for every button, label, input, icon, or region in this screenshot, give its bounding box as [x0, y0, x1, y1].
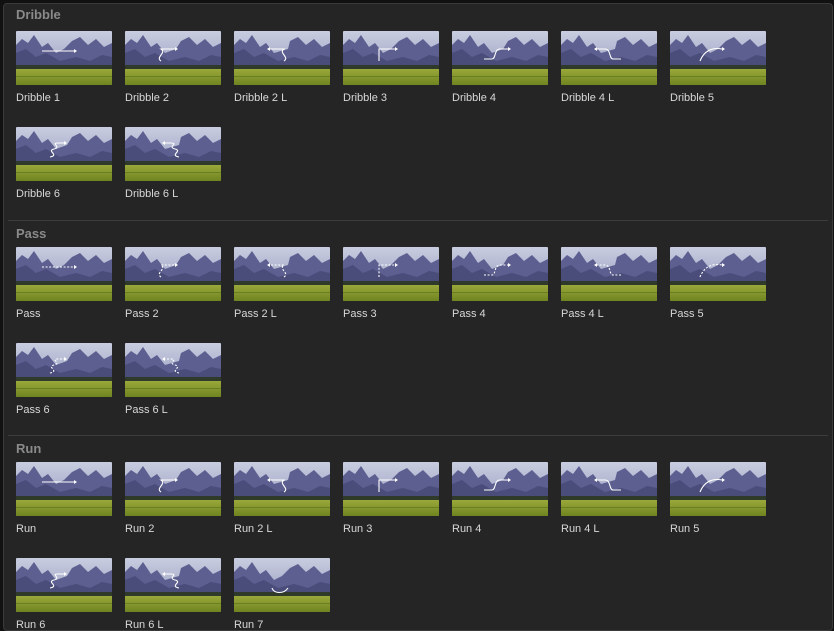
- template-thumbnail: [125, 247, 221, 301]
- section-title: Run: [16, 441, 42, 456]
- item-label: Dribble 2 L: [234, 92, 288, 104]
- template-item[interactable]: Run 6 L: [125, 558, 221, 630]
- template-item[interactable]: Run: [16, 462, 112, 550]
- section-title: Dribble: [16, 7, 61, 22]
- template-item[interactable]: Run 5: [670, 462, 766, 550]
- section-pass: Pass Pass Pass 2 Pass 2 L Pass 3 Pass 4 …: [4, 223, 832, 435]
- item-label: Pass 4: [452, 308, 486, 320]
- template-item[interactable]: Pass 3: [343, 247, 439, 335]
- template-thumbnail: [16, 31, 112, 85]
- template-thumbnail: [670, 462, 766, 516]
- item-label: Dribble 4: [452, 92, 497, 104]
- section-run: Run Run Run 2 Run 2 L Run 3 Run 4 Run 4 …: [4, 438, 832, 630]
- template-item[interactable]: Pass 2: [125, 247, 221, 335]
- item-label: Pass: [16, 308, 41, 320]
- item-label: Run 5: [670, 523, 700, 535]
- template-item[interactable]: Pass 2 L: [234, 247, 330, 335]
- item-label: Run 4: [452, 523, 482, 535]
- item-label: Dribble 3: [343, 92, 388, 104]
- template-thumbnail: [452, 462, 548, 516]
- template-thumbnail: [16, 343, 112, 397]
- item-label: Run 4 L: [561, 523, 600, 535]
- template-thumbnail: [125, 462, 221, 516]
- template-item[interactable]: Run 2: [125, 462, 221, 550]
- section-dribble: Dribble Dribble 1 Dribble 2 Dribble 2 L …: [4, 4, 832, 220]
- template-thumbnail: [452, 31, 548, 85]
- template-item[interactable]: Pass 4 L: [561, 247, 657, 335]
- template-thumbnail: [670, 247, 766, 301]
- template-item[interactable]: Dribble 3: [343, 31, 439, 119]
- template-thumbnail: [125, 558, 221, 612]
- template-item[interactable]: Dribble 2: [125, 31, 221, 119]
- item-label: Run 2: [125, 523, 155, 535]
- item-label: Dribble 2: [125, 92, 170, 104]
- template-item[interactable]: Dribble 6 L: [125, 127, 221, 215]
- template-thumbnail: [670, 31, 766, 85]
- template-browser: Dribble Dribble 1 Dribble 2 Dribble 2 L …: [3, 3, 833, 631]
- template-thumbnail: [234, 247, 330, 301]
- item-label: Dribble 6: [16, 188, 61, 200]
- template-item[interactable]: Dribble 5: [670, 31, 766, 119]
- template-thumbnail: [561, 247, 657, 301]
- template-item[interactable]: Dribble 2 L: [234, 31, 330, 119]
- item-label: Dribble 5: [670, 92, 715, 104]
- template-thumbnail: [16, 558, 112, 612]
- template-thumbnail: [452, 247, 548, 301]
- item-label: Run 2 L: [234, 523, 273, 535]
- template-item[interactable]: Pass 6 L: [125, 343, 221, 431]
- template-item[interactable]: Dribble 6: [16, 127, 112, 215]
- section-divider: [8, 220, 828, 221]
- item-label: Pass 2 L: [234, 308, 277, 320]
- template-item[interactable]: Dribble 1: [16, 31, 112, 119]
- item-label: Pass 6 L: [125, 404, 168, 416]
- template-item[interactable]: Pass: [16, 247, 112, 335]
- item-label: Pass 4 L: [561, 308, 604, 320]
- section-title: Pass: [16, 226, 47, 241]
- item-label: Run: [16, 523, 37, 535]
- template-thumbnail: [343, 462, 439, 516]
- template-thumbnail: [125, 127, 221, 181]
- template-thumbnail: [16, 247, 112, 301]
- item-label: Dribble 4 L: [561, 92, 615, 104]
- item-label: Dribble 6 L: [125, 188, 179, 200]
- template-thumbnail: [234, 558, 330, 612]
- template-thumbnail: [234, 31, 330, 85]
- item-label: Pass 5: [670, 308, 704, 320]
- item-label: Pass 6: [16, 404, 50, 416]
- template-thumbnail: [561, 31, 657, 85]
- template-item[interactable]: Pass 4: [452, 247, 548, 335]
- template-item[interactable]: Pass 5: [670, 247, 766, 335]
- item-label: Dribble 1: [16, 92, 61, 104]
- template-item[interactable]: Dribble 4 L: [561, 31, 657, 119]
- item-label: Run 6: [16, 619, 46, 631]
- item-label: Run 3: [343, 523, 373, 535]
- item-label: Run 6 L: [125, 619, 164, 631]
- template-item[interactable]: Pass 6: [16, 343, 112, 431]
- template-thumbnail: [343, 247, 439, 301]
- template-item[interactable]: Run 4: [452, 462, 548, 550]
- template-thumbnail: [343, 31, 439, 85]
- template-item[interactable]: Run 7: [234, 558, 330, 630]
- item-label: Run 7: [234, 619, 264, 631]
- template-item[interactable]: Run 6: [16, 558, 112, 630]
- template-thumbnail: [125, 343, 221, 397]
- template-thumbnail: [561, 462, 657, 516]
- section-divider: [8, 435, 828, 436]
- template-item[interactable]: Run 4 L: [561, 462, 657, 550]
- item-label: Pass 3: [343, 308, 377, 320]
- template-thumbnail: [16, 462, 112, 516]
- item-label: Pass 2: [125, 308, 159, 320]
- template-thumbnail: [125, 31, 221, 85]
- template-item[interactable]: Run 2 L: [234, 462, 330, 550]
- template-item[interactable]: Run 3: [343, 462, 439, 550]
- template-thumbnail: [16, 127, 112, 181]
- template-item[interactable]: Dribble 4: [452, 31, 548, 119]
- template-thumbnail: [234, 462, 330, 516]
